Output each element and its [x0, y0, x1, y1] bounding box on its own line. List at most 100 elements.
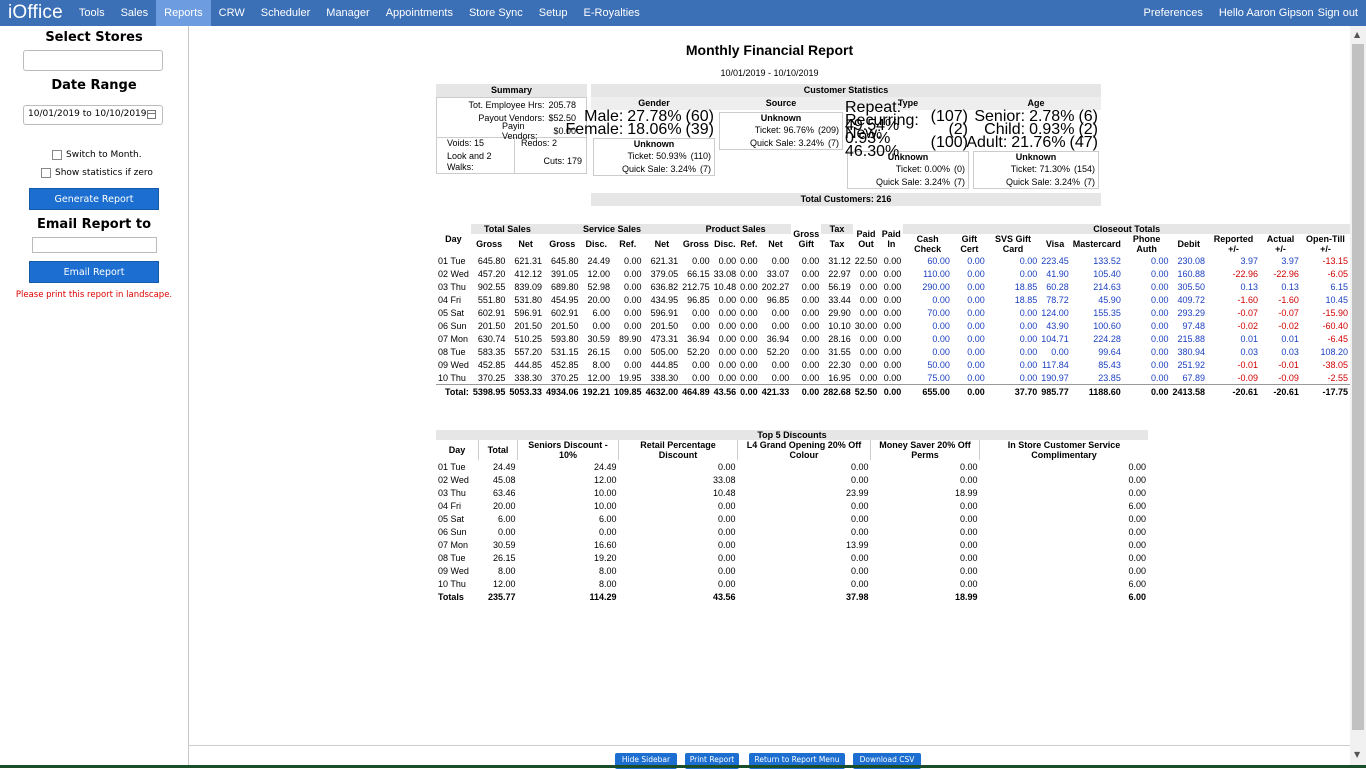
- discount-totals-cell: 18.99: [954, 591, 978, 602]
- table-cell: 36.94: [687, 333, 710, 344]
- table-cell: 45.90: [1098, 294, 1121, 305]
- table-cell: 10.48: [713, 281, 737, 292]
- col-header: Ref.: [619, 239, 637, 249]
- table-cell: 902.55: [477, 281, 506, 292]
- table-cell: 23.85: [1098, 372, 1121, 383]
- nav-manager[interactable]: Manager: [318, 0, 377, 26]
- age-unknown-box: Unknown Ticket: 71.30% (154) Quick Sale: …: [973, 151, 1099, 189]
- table-cell: -22.96: [1232, 268, 1258, 279]
- discount-cell: 10.48: [712, 487, 736, 498]
- table-cell: 0.00: [801, 294, 820, 305]
- date-range-input[interactable]: 10/01/2019 to 10/10/2019: [23, 105, 163, 125]
- show-stats-checkbox[interactable]: [41, 168, 51, 178]
- preferences-link[interactable]: Preferences: [1136, 7, 1211, 19]
- table-cell: 0.00: [718, 294, 737, 305]
- col-header: Disc.: [714, 239, 736, 249]
- nav-appointments[interactable]: Appointments: [378, 0, 461, 26]
- col-header: Tax: [829, 239, 845, 249]
- table-cell: 67.89: [1182, 372, 1206, 383]
- col-header: Net: [768, 239, 783, 249]
- discount-col-header: Seniors Discount - 10%: [517, 440, 619, 460]
- nav-reports[interactable]: Reports: [156, 0, 211, 26]
- group-tax: Tax: [821, 224, 853, 234]
- table-cell: 0.00: [740, 268, 758, 279]
- discount-col-header: In Store Customer Service Complimentary: [979, 440, 1148, 460]
- age-ticket-count: (154): [1073, 163, 1095, 174]
- table-cell: 0.00: [771, 372, 790, 383]
- table-cell: 10.45: [1325, 294, 1348, 305]
- nav-store-sync[interactable]: Store Sync: [461, 0, 531, 26]
- discount-col-header: Total: [478, 440, 518, 460]
- table-cell: 52.20: [687, 346, 710, 357]
- discount-cell: 0.00: [1128, 539, 1146, 550]
- nav-sales[interactable]: Sales: [113, 0, 157, 26]
- table-cell: 593.80: [550, 333, 579, 344]
- nav-setup[interactable]: Setup: [531, 0, 576, 26]
- col-gross-gift: Gross Gift: [793, 229, 820, 249]
- table-cell: 0.00: [718, 359, 737, 370]
- discount-cell: 08 Tue: [438, 552, 466, 563]
- table-cell: 3.97: [1240, 255, 1258, 266]
- table-cell: 602.91: [550, 307, 579, 318]
- table-cell: 22.30: [828, 359, 851, 370]
- calendar-icon[interactable]: [147, 110, 156, 119]
- table-cell: 0.00: [1150, 268, 1169, 279]
- discount-row: 05 Sat 6.00 6.00 0.00 0.00 0.00 0.00: [436, 512, 1148, 525]
- discount-cell: 19.20: [593, 552, 617, 563]
- discount-totals-cell: 43.56: [712, 591, 736, 602]
- table-cell: 30.00: [854, 320, 878, 331]
- age-quick-count: (7): [1084, 176, 1095, 187]
- store-select[interactable]: [23, 50, 163, 71]
- generate-report-button[interactable]: Generate Report: [29, 188, 159, 210]
- nav-tools[interactable]: Tools: [71, 0, 113, 26]
- table-cell: 0.00: [771, 307, 790, 318]
- col-header: Debit: [1177, 239, 1201, 249]
- table-cell: 70.00: [927, 307, 950, 318]
- table-cell: 0.00: [692, 320, 710, 331]
- source-title: Source: [717, 97, 845, 110]
- table-cell: 0.00: [1019, 372, 1038, 383]
- nav-scheduler[interactable]: Scheduler: [253, 0, 319, 26]
- table-cell: 41.90: [1046, 268, 1069, 279]
- gender-ticket-count: (110): [690, 150, 711, 161]
- table-cell: -0.01: [1237, 359, 1258, 370]
- col-header: Mastercard: [1072, 239, 1121, 249]
- table-cell: 96.85: [687, 294, 710, 305]
- scroll-up-icon[interactable]: ▲: [1354, 30, 1360, 39]
- scrollbar-thumb[interactable]: [1352, 44, 1364, 730]
- nav-e-royalties[interactable]: E-Royalties: [576, 0, 648, 26]
- discount-cell: 0.00: [1128, 513, 1146, 524]
- source-quick-count: (7): [828, 137, 839, 148]
- discount-row: 02 Wed 45.08 12.00 33.08 0.00 0.00 0.00: [436, 473, 1148, 486]
- discount-cell: 0.00: [717, 526, 736, 537]
- table-cell: 50.00: [927, 359, 950, 370]
- table-cell: 621.31: [650, 255, 679, 266]
- table-cell: 473.31: [650, 333, 679, 344]
- totals-cell: 0.00: [740, 386, 758, 397]
- table-cell: 290.00: [922, 281, 950, 292]
- table-cell: -0.02: [1237, 320, 1258, 331]
- show-stats-option[interactable]: Show statistics if zero: [41, 168, 153, 178]
- totals-cell: -20.61: [1273, 386, 1299, 397]
- app-logo[interactable]: iOffice: [0, 2, 71, 24]
- table-cell: 645.80: [550, 255, 579, 266]
- customer-statistics-panel: Customer Statistics Gender Male: 27.78% (6…: [565, 84, 1101, 206]
- table-cell: 409.72: [1177, 294, 1206, 305]
- table-cell: 89.90: [619, 333, 642, 344]
- signout-link[interactable]: Sign out: [1316, 7, 1366, 19]
- table-cell: 0.00: [740, 307, 758, 318]
- table-cell: 0.00: [967, 281, 985, 292]
- switch-month-option[interactable]: Switch to Month.: [52, 150, 142, 160]
- discount-cell: 0.00: [1128, 461, 1146, 472]
- discount-cell: 0.00: [717, 461, 736, 472]
- email-input[interactable]: [32, 237, 157, 253]
- nav-crw[interactable]: CRW: [211, 0, 253, 26]
- table-cell: 370.25: [550, 372, 579, 383]
- scroll-down-icon[interactable]: ▼: [1354, 750, 1360, 759]
- table-cell: 0.00: [1150, 333, 1169, 344]
- email-report-button[interactable]: Email Report: [29, 261, 159, 283]
- discount-totals-row: Totals 235.77 114.29 43.56 37.98 18.99 6.00: [436, 590, 1148, 603]
- switch-month-checkbox[interactable]: [52, 150, 62, 160]
- table-cell: 212.75: [682, 281, 710, 292]
- table-cell: 0.00: [1150, 255, 1169, 266]
